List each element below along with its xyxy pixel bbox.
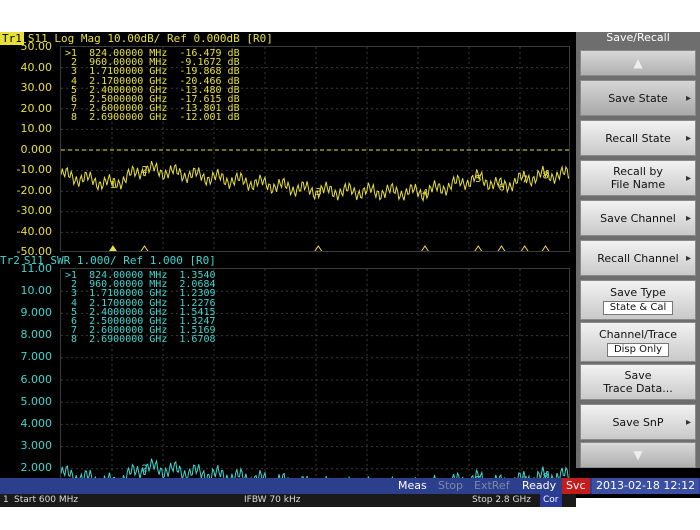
save-state-label: Save State bbox=[608, 91, 668, 105]
svc-indicator[interactable]: Svc bbox=[562, 478, 590, 494]
correction-badge: Cor bbox=[540, 493, 562, 507]
trace2-tag[interactable]: Tr2 bbox=[0, 254, 20, 267]
recall-channel-button[interactable]: Recall Channel ▸ bbox=[580, 240, 696, 276]
y-tick-label: 3.000 bbox=[20, 438, 53, 452]
trace2-header-text: S11 SWR 1.000/ Ref 1.000 [R0] bbox=[23, 254, 216, 267]
trace2-y-axis: 11.00 10.00 9.000 8.000 7.000 6.000 5.000 4.000… bbox=[0, 263, 60, 495]
trace2-plot[interactable]: 12345678 >1 824.00000 MHz 1.3540 2 960.0… bbox=[60, 268, 570, 490]
sweep-start[interactable]: Start 600 MHz bbox=[14, 493, 78, 507]
marker-triangle[interactable] bbox=[474, 245, 483, 252]
channel-number: 1 bbox=[3, 495, 9, 505]
recall-state-button[interactable]: Recall State ▸ bbox=[580, 120, 696, 156]
marker-triangle[interactable] bbox=[497, 245, 506, 252]
trace1-marker-table: >1 824.00000 MHz -16.479 dB 2 960.00000 … bbox=[65, 48, 240, 123]
submenu-arrow-icon: ▸ bbox=[685, 133, 691, 144]
file-name-label: File Name bbox=[610, 178, 666, 191]
submenu-arrow-icon: ▸ bbox=[685, 417, 691, 428]
softkey-panel: Save/Recall ▲ Save State ▸ Recall State … bbox=[576, 32, 700, 468]
y-tick-label: -10.00 bbox=[16, 163, 52, 176]
y-tick-label: 5.000 bbox=[20, 394, 53, 408]
marker-triangle[interactable] bbox=[108, 245, 117, 252]
ready-indicator: Ready bbox=[522, 479, 557, 492]
marker-label: 7 bbox=[522, 174, 528, 185]
softkey-menu-title: Save/Recall bbox=[576, 32, 700, 46]
save-trace-data-button[interactable]: Save Trace Data... bbox=[580, 364, 696, 400]
extref-indicator[interactable]: ExtRef bbox=[470, 478, 514, 494]
trace1-header[interactable]: Tr1 S11 Log Mag 10.00dB/ Ref 0.000dB [R0] bbox=[0, 32, 576, 46]
channel-status-bar: 1 Start 600 MHz IFBW 70 kHz Stop 2.8 GHz… bbox=[0, 492, 576, 507]
save-state-button[interactable]: Save State ▸ bbox=[580, 80, 696, 116]
save-type-label: Save Type bbox=[610, 285, 666, 299]
save-channel-label: Save Channel bbox=[600, 211, 676, 225]
submenu-arrow-icon: ▸ bbox=[685, 173, 691, 184]
y-tick-label: -30.00 bbox=[16, 204, 52, 217]
meas-indicator[interactable]: Meas bbox=[394, 478, 431, 494]
instrument-status-bar: Meas Stop ExtRef Ready Svc 2013-02-18 12… bbox=[0, 478, 700, 494]
y-tick-label: -20.00 bbox=[16, 183, 52, 197]
y-tick-label: 10.00 bbox=[20, 122, 53, 135]
channel-trace-label: Channel/Trace bbox=[598, 327, 678, 341]
save-type-button[interactable]: Save Type State & Cal bbox=[580, 280, 696, 320]
marker-label: 1 bbox=[110, 180, 116, 191]
save-label: Save bbox=[624, 369, 652, 382]
marker-label: 6 bbox=[498, 182, 504, 193]
save-snp-label: Save SnP bbox=[612, 415, 664, 429]
recall-by-file-name-button[interactable]: Recall by File Name ▸ bbox=[580, 160, 696, 196]
submenu-arrow-icon: ▸ bbox=[685, 253, 691, 264]
channel-trace-value: Disp Only bbox=[606, 342, 670, 357]
save-type-value: State & Cal bbox=[602, 300, 674, 315]
y-tick-label: 30.00 bbox=[20, 81, 53, 94]
recall-state-label: Recall State bbox=[605, 131, 671, 145]
y-tick-label: 10.00 bbox=[20, 284, 53, 298]
y-tick-label: 9.000 bbox=[20, 306, 53, 320]
marker-row[interactable]: 8 2.6900000 GHz -12.001 dB bbox=[65, 113, 240, 123]
marker-triangle[interactable] bbox=[421, 245, 429, 252]
y-tick-label: 2.000 bbox=[20, 460, 53, 474]
marker-label: 5 bbox=[475, 174, 481, 185]
trace1-header-text: S11 Log Mag 10.00dB/ Ref 0.000dB [R0] bbox=[27, 32, 273, 45]
softkey-scroll-up-button[interactable]: ▲ bbox=[580, 50, 696, 76]
submenu-arrow-icon: ▸ bbox=[685, 93, 691, 104]
softkey-scroll-down-button[interactable]: ▼ bbox=[580, 442, 696, 468]
save-snp-button[interactable]: Save SnP ▸ bbox=[580, 404, 696, 440]
y-tick-label: 11.00 bbox=[20, 262, 53, 275]
y-tick-label: -40.00 bbox=[16, 224, 52, 238]
marker-triangle[interactable] bbox=[520, 245, 529, 252]
ifbw-readout[interactable]: IFBW 70 kHz bbox=[244, 493, 300, 507]
y-tick-label: 6.000 bbox=[20, 372, 53, 386]
save-channel-button[interactable]: Save Channel ▸ bbox=[580, 200, 696, 236]
marker-row[interactable]: 8 2.6900000 GHz 1.6708 bbox=[65, 335, 216, 345]
trace1-y-axis: 50.00 40.00 30.00 20.00 10.00 0.000 -10.00 -20.… bbox=[0, 41, 60, 257]
y-tick-label: 50.00 bbox=[20, 40, 53, 53]
recall-by-label: Recall by bbox=[613, 165, 663, 178]
y-tick-label: 4.000 bbox=[20, 416, 53, 430]
marker-label: 2 bbox=[141, 165, 147, 176]
marker-triangle[interactable] bbox=[140, 245, 149, 252]
marker-label: 3 bbox=[315, 187, 321, 198]
channel-trace-button[interactable]: Channel/Trace Disp Only bbox=[580, 322, 696, 362]
date-time: 2013-02-18 12:12 bbox=[592, 478, 700, 494]
y-tick-label: 7.000 bbox=[20, 350, 53, 364]
y-tick-label: 0.000 bbox=[20, 142, 53, 156]
marker-triangle[interactable] bbox=[541, 245, 550, 252]
sweep-stop[interactable]: Stop 2.8 GHz bbox=[472, 493, 531, 507]
y-tick-label: 20.00 bbox=[20, 101, 53, 115]
submenu-arrow-icon: ▸ bbox=[685, 213, 691, 224]
marker-label: 8 bbox=[543, 171, 549, 182]
trace1-plot[interactable]: 1 2 3 4 5 6 7 8 >1 824.00000 MHz -16.479 dB 2 9… bbox=[60, 46, 570, 252]
trace-data-label: Trace Data... bbox=[603, 382, 673, 395]
trace2-marker-table: >1 824.00000 MHz 1.3540 2 960.00000 MHz … bbox=[65, 270, 216, 345]
trace2-header[interactable]: Tr2 S11 SWR 1.000/ Ref 1.000 [R0] bbox=[0, 254, 576, 268]
marker-label: 2 bbox=[141, 463, 147, 474]
y-tick-label: 8.000 bbox=[20, 328, 53, 342]
recall-channel-label: Recall Channel bbox=[597, 251, 679, 265]
y-tick-label: 40.00 bbox=[20, 60, 53, 74]
stop-indicator[interactable]: Stop bbox=[434, 478, 467, 494]
marker-label: 4 bbox=[422, 188, 428, 199]
